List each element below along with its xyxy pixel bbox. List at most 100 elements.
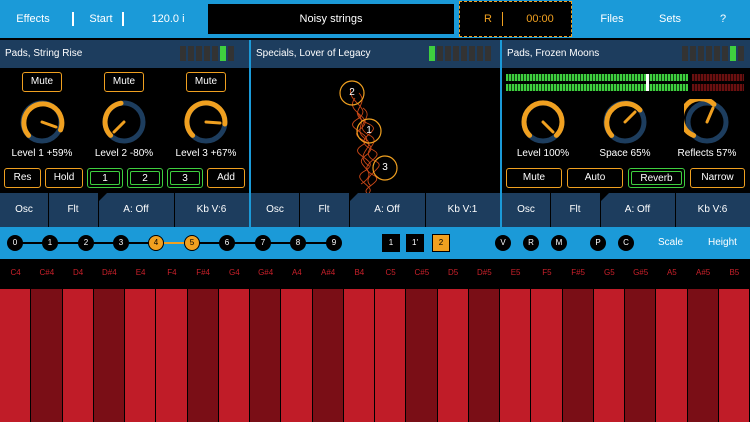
piano-key[interactable] xyxy=(625,289,656,422)
piano-key[interactable] xyxy=(281,289,312,422)
arp-3-button[interactable]: A: Off xyxy=(600,193,675,227)
piano-key[interactable] xyxy=(406,289,437,422)
osc-2-button[interactable]: Osc xyxy=(251,193,299,227)
note-label: C5 xyxy=(385,268,396,277)
top-toolbar: Effects Start 120.0 i Noisy strings R 00… xyxy=(0,0,750,38)
level-meter xyxy=(180,46,236,61)
piano-key[interactable] xyxy=(687,289,718,422)
shift-1prime-button[interactable]: 1' xyxy=(406,234,424,252)
shift-1-button[interactable]: 1 xyxy=(382,234,400,252)
octave-1[interactable]: 1 xyxy=(42,235,58,251)
octave-9[interactable]: 9 xyxy=(326,235,342,251)
effects-button[interactable]: Effects xyxy=(8,0,58,38)
piano-key[interactable] xyxy=(562,289,593,422)
start-button[interactable]: Start xyxy=(84,0,118,38)
xy-pad[interactable] xyxy=(251,68,500,193)
piano-key[interactable] xyxy=(218,289,249,422)
piano-keyboard[interactable] xyxy=(0,289,750,422)
layer-3-toggle[interactable]: 3 xyxy=(167,168,203,188)
note-label: F#5 xyxy=(571,268,586,277)
scale-button[interactable]: Scale xyxy=(658,227,683,259)
layer-1-toggle[interactable]: 1 xyxy=(87,168,123,188)
piano-key[interactable] xyxy=(156,289,187,422)
level-3-knob[interactable] xyxy=(183,99,229,145)
kb-3-button[interactable]: Kb V:6 xyxy=(675,193,750,227)
piano-key[interactable] xyxy=(187,289,218,422)
mute-1-button[interactable]: Mute xyxy=(22,72,62,92)
note-label: B4 xyxy=(354,268,365,277)
octave-7[interactable]: 7 xyxy=(255,235,271,251)
preset-name-display[interactable]: Noisy strings xyxy=(208,4,454,34)
layer-2-toggle[interactable]: 2 xyxy=(127,168,163,188)
piano-key[interactable] xyxy=(62,289,93,422)
level-knob[interactable] xyxy=(520,99,566,145)
piano-key[interactable] xyxy=(125,289,156,422)
note-label: C#4 xyxy=(39,268,55,277)
flt-3-button[interactable]: Flt xyxy=(550,193,600,227)
octave-2[interactable]: 2 xyxy=(78,235,94,251)
mute-button[interactable]: Mute xyxy=(506,168,562,188)
velocity-button[interactable]: V xyxy=(495,235,511,251)
octave-0[interactable]: 0 xyxy=(7,235,23,251)
kb-1-button[interactable]: Kb V:6 xyxy=(174,193,249,227)
piano-key[interactable] xyxy=(250,289,281,422)
arp-2-button[interactable]: A: Off xyxy=(349,193,425,227)
add-button[interactable]: Add xyxy=(207,168,245,188)
space-knob[interactable] xyxy=(602,99,648,145)
c-modifier-button[interactable]: C xyxy=(618,235,634,251)
note-label: C#5 xyxy=(414,268,430,277)
octave-5[interactable]: 5 xyxy=(184,235,200,251)
piano-key[interactable] xyxy=(93,289,124,422)
level-1-knob[interactable] xyxy=(19,99,65,145)
level-label: Level 100% xyxy=(516,148,570,159)
piano-key[interactable] xyxy=(437,289,468,422)
note-label: B5 xyxy=(729,268,740,277)
m-modifier-button[interactable]: M xyxy=(551,235,567,251)
osc-3-button[interactable]: Osc xyxy=(502,193,550,227)
note-label: F4 xyxy=(167,268,177,277)
level-2-label: Level 2 -80% xyxy=(94,148,154,159)
height-button[interactable]: Height xyxy=(708,227,737,259)
res-button[interactable]: Res xyxy=(4,168,41,188)
kb-2-button[interactable]: Kb V:1 xyxy=(425,193,500,227)
piano-key[interactable] xyxy=(468,289,499,422)
arp-1-button[interactable]: A: Off xyxy=(98,193,174,227)
octave-8[interactable]: 8 xyxy=(290,235,306,251)
piano-key[interactable] xyxy=(593,289,624,422)
flt-2-button[interactable]: Flt xyxy=(299,193,349,227)
level-2-knob[interactable] xyxy=(101,99,147,145)
piano-key[interactable] xyxy=(0,289,31,422)
panel-2-header: Specials, Lover of Legacy xyxy=(251,40,500,68)
tempo-display[interactable]: 120.0 i xyxy=(140,0,196,38)
r-modifier-button[interactable]: R xyxy=(523,235,539,251)
reverb-toggle[interactable]: Reverb xyxy=(628,168,685,188)
piano-key[interactable] xyxy=(343,289,374,422)
help-button[interactable]: ? xyxy=(712,0,734,38)
hold-button[interactable]: Hold xyxy=(45,168,83,188)
piano-key[interactable] xyxy=(31,289,62,422)
files-button[interactable]: Files xyxy=(592,0,632,38)
octave-3[interactable]: 3 xyxy=(113,235,129,251)
sets-button[interactable]: Sets xyxy=(652,0,688,38)
narrow-button[interactable]: Narrow xyxy=(690,168,745,188)
auto-button[interactable]: Auto xyxy=(567,168,623,188)
osc-1-button[interactable]: Osc xyxy=(0,193,48,227)
flt-1-button[interactable]: Flt xyxy=(48,193,98,227)
piano-key[interactable] xyxy=(312,289,343,422)
shift-2-button[interactable]: 2 xyxy=(432,234,450,252)
piano-key[interactable] xyxy=(656,289,687,422)
piano-key[interactable] xyxy=(375,289,406,422)
record-button[interactable]: R xyxy=(484,2,492,36)
mute-3-button[interactable]: Mute xyxy=(186,72,226,92)
piano-key[interactable] xyxy=(718,289,749,422)
p-modifier-button[interactable]: P xyxy=(590,235,606,251)
mute-2-button[interactable]: Mute xyxy=(104,72,144,92)
octave-4[interactable]: 4 xyxy=(148,235,164,251)
piano-key[interactable] xyxy=(531,289,562,422)
record-timer-box[interactable]: R 00:00 xyxy=(459,1,572,37)
time-display: 00:00 xyxy=(526,13,554,25)
octave-6[interactable]: 6 xyxy=(219,235,235,251)
piano-key[interactable] xyxy=(500,289,531,422)
reflects-label: Reflects 57% xyxy=(677,148,737,159)
reflects-knob[interactable] xyxy=(684,99,730,145)
